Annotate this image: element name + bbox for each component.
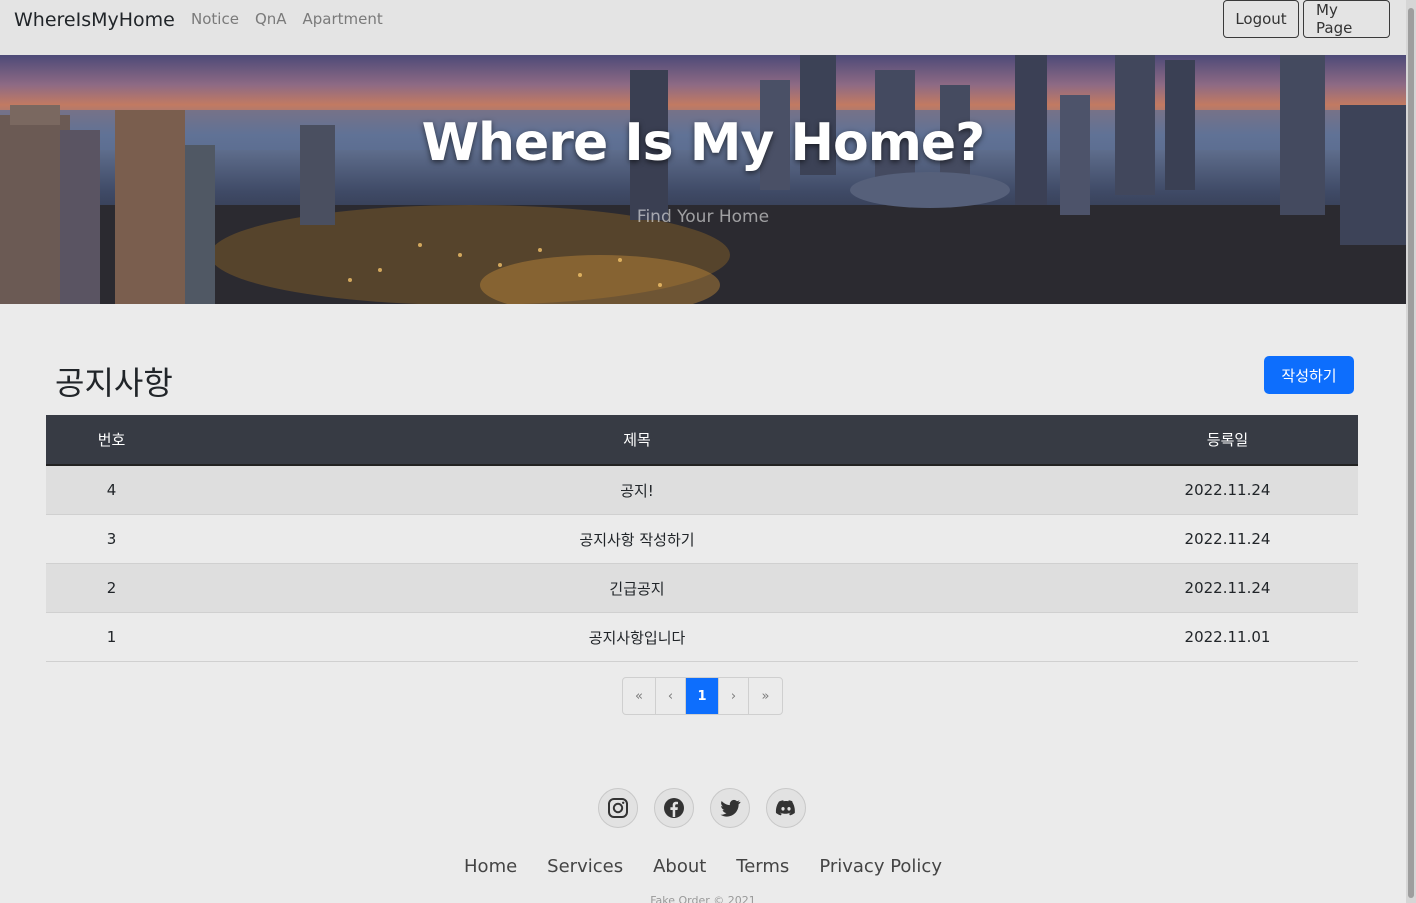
nav-links: Notice QnA Apartment <box>191 10 383 28</box>
table-row[interactable]: 3 공지사항 작성하기 2022.11.24 <box>46 515 1358 564</box>
page-current-button[interactable]: 1 <box>686 678 719 714</box>
row-title[interactable]: 공지! <box>177 480 1097 501</box>
table-row[interactable]: 2 긴급공지 2022.11.24 <box>46 564 1358 613</box>
row-date: 2022.11.01 <box>1184 628 1271 646</box>
twitter-icon[interactable] <box>710 788 750 828</box>
notice-table: 번호 제목 등록일 4 공지! 2022.11.24 3 공지사항 작성하기 2… <box>46 415 1358 662</box>
vertical-scrollbar[interactable] <box>1406 0 1416 903</box>
column-header-title: 제목 <box>623 431 651 449</box>
row-date: 2022.11.24 <box>1184 481 1271 499</box>
row-title[interactable]: 공지사항 작성하기 <box>177 529 1097 550</box>
hero-title: Where Is My Home? <box>421 113 986 173</box>
page-next-button[interactable]: › <box>719 678 749 714</box>
social-links <box>598 788 806 828</box>
navbar: WhereIsMyHome Notice QnA Apartment Logou… <box>0 0 1406 55</box>
city-skyline-image <box>0 55 1406 304</box>
hero-subtitle: Find Your Home <box>636 207 770 227</box>
copyright-text: Fake Order © 2021 <box>650 894 756 903</box>
row-number: 4 <box>106 481 117 499</box>
column-header-number: 번호 <box>97 431 126 449</box>
hero-banner: Where Is My Home? Find Your Home <box>0 55 1406 304</box>
row-number: 3 <box>106 530 117 548</box>
footer-link-terms[interactable]: Terms <box>736 856 789 877</box>
column-header-date: 등록일 <box>1206 431 1249 449</box>
discord-icon[interactable] <box>766 788 806 828</box>
page-prev-button[interactable]: ‹ <box>656 678 686 714</box>
footer-link-about[interactable]: About <box>653 856 706 877</box>
brand-logo[interactable]: WhereIsMyHome <box>14 9 175 31</box>
nav-link-qna[interactable]: QnA <box>255 10 287 28</box>
pagination: « ‹ 1 › » <box>622 677 783 715</box>
logout-button[interactable]: Logout <box>1223 0 1299 38</box>
write-button[interactable]: 작성하기 <box>1264 356 1354 394</box>
footer-link-privacy[interactable]: Privacy Policy <box>819 856 942 877</box>
footer-link-services[interactable]: Services <box>547 856 623 877</box>
page-last-button[interactable]: » <box>749 678 782 714</box>
row-title[interactable]: 긴급공지 <box>177 578 1097 599</box>
row-number: 1 <box>106 628 117 646</box>
footer-link-home[interactable]: Home <box>464 856 517 877</box>
facebook-icon[interactable] <box>654 788 694 828</box>
nav-link-notice[interactable]: Notice <box>191 10 239 28</box>
row-date: 2022.11.24 <box>1184 579 1271 597</box>
page-first-button[interactable]: « <box>623 678 656 714</box>
nav-link-apartment[interactable]: Apartment <box>303 10 383 28</box>
page: WhereIsMyHome Notice QnA Apartment Logou… <box>0 0 1406 903</box>
table-row[interactable]: 1 공지사항입니다 2022.11.01 <box>46 613 1358 662</box>
row-title[interactable]: 공지사항입니다 <box>177 627 1097 648</box>
footer-nav: Home Services About Terms Privacy Policy <box>0 856 1406 877</box>
row-date: 2022.11.24 <box>1184 530 1271 548</box>
instagram-icon[interactable] <box>598 788 638 828</box>
page-title: 공지사항 <box>55 364 173 402</box>
row-number: 2 <box>106 579 117 597</box>
mypage-button[interactable]: My Page <box>1303 0 1390 38</box>
table-row[interactable]: 4 공지! 2022.11.24 <box>46 466 1358 515</box>
table-header: 번호 제목 등록일 <box>46 415 1358 466</box>
scrollbar-thumb[interactable] <box>1408 8 1414 898</box>
